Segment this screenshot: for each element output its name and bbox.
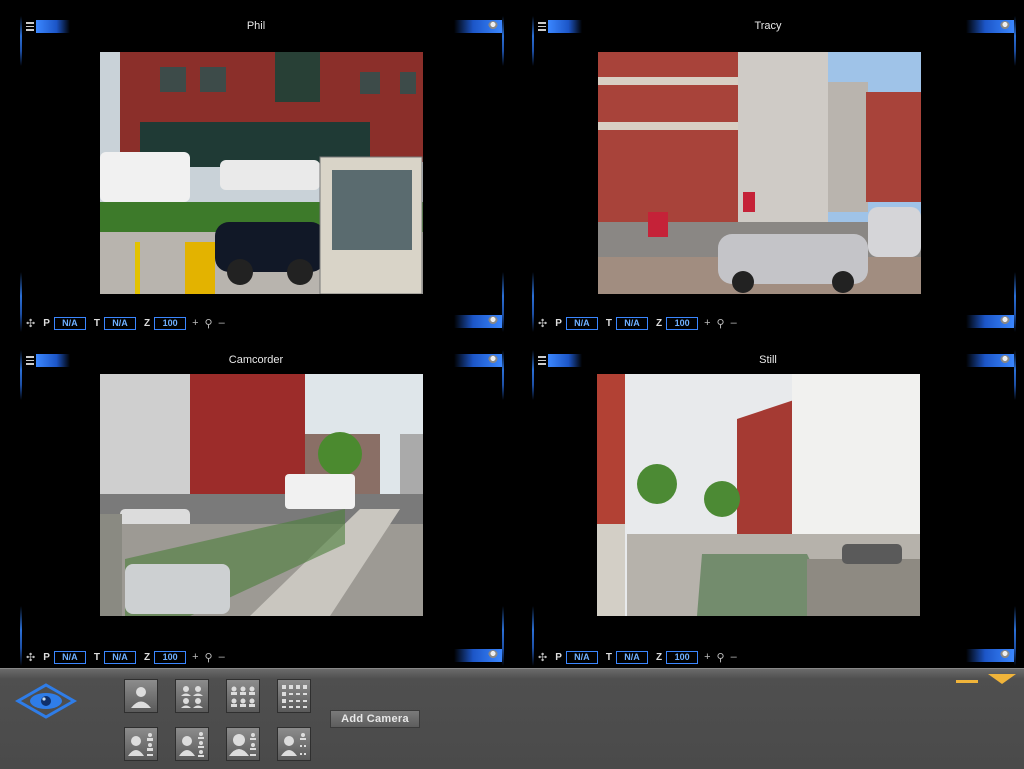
- layout-grid-view-button[interactable]: [277, 679, 311, 713]
- pan-field[interactable]: N/A: [565, 316, 598, 330]
- camera-title: Phil: [246, 20, 266, 32]
- tilt-field[interactable]: N/A: [104, 316, 136, 330]
- frame-edge: [20, 606, 22, 666]
- zoom-out-button[interactable]: –: [731, 317, 737, 329]
- zoom-out-button[interactable]: –: [219, 317, 225, 329]
- ptz-controls: ✣ P N/A T N/A Z 100 + ⚲ –: [538, 650, 737, 664]
- frame-edge: [1014, 606, 1016, 666]
- camera-panel-tracy: Tracy ✣ P N/A T N/A Z 100 + ⚲ –: [512, 0, 1024, 334]
- camera-grid: Phil ✣ P N/A T N/A Z 100 + ⚲ – Tracy ✣ P…: [0, 0, 1024, 668]
- zoom-in-button[interactable]: +: [192, 651, 198, 663]
- layout-one-plus-seven-button[interactable]: [226, 727, 260, 761]
- magnifier-icon[interactable]: ⚲: [717, 651, 725, 664]
- layout-custom-button[interactable]: [277, 727, 311, 761]
- ptz-controls: ✣ P N/A T N/A Z 100 + ⚲ –: [26, 650, 225, 664]
- user-icon: [1000, 650, 1010, 660]
- camera-feed[interactable]: [597, 374, 920, 616]
- move-icon[interactable]: ✣: [538, 651, 547, 664]
- camera-title: Tracy: [754, 20, 782, 32]
- zoom-in-button[interactable]: +: [704, 651, 710, 663]
- magnifier-icon[interactable]: ⚲: [717, 317, 725, 330]
- camera-panel-still: Still ✣ P N/A T N/A Z 100 + ⚲ –: [512, 334, 1024, 668]
- frame-edge: [1014, 272, 1016, 332]
- frame-edge: [20, 272, 22, 332]
- ptz-controls: ✣ P N/A T N/A Z 100 + ⚲ –: [538, 316, 737, 330]
- tilt-field[interactable]: N/A: [616, 316, 648, 330]
- zoom-in-button[interactable]: +: [704, 317, 710, 329]
- zoom-in-button[interactable]: +: [192, 317, 198, 329]
- user-icon: [1000, 316, 1010, 326]
- user-tab[interactable]: [454, 315, 502, 328]
- minimize-icon[interactable]: [956, 680, 978, 683]
- user-icon: [488, 316, 498, 326]
- camera-title: Still: [759, 354, 777, 366]
- bottom-toolbar: Add Camera: [0, 668, 1024, 769]
- magnifier-icon[interactable]: ⚲: [205, 651, 213, 664]
- user-icon: [488, 650, 498, 660]
- ptz-controls: ✣ P N/A T N/A Z 100 + ⚲ –: [26, 316, 225, 330]
- eye-logo-icon[interactable]: [14, 681, 78, 721]
- layout-one-plus-five-button[interactable]: [175, 727, 209, 761]
- frame-edge: [532, 606, 534, 666]
- user-tab[interactable]: [966, 315, 1014, 328]
- camera-feed[interactable]: [100, 52, 423, 294]
- zoom-field[interactable]: 100: [666, 316, 699, 330]
- magnifier-icon[interactable]: ⚲: [205, 317, 213, 330]
- dropdown-arrow-icon[interactable]: [988, 674, 1016, 684]
- tilt-field[interactable]: N/A: [616, 650, 648, 664]
- pan-field[interactable]: N/A: [53, 316, 86, 330]
- layout-single-view-button[interactable]: [124, 679, 158, 713]
- pan-field[interactable]: N/A: [565, 650, 598, 664]
- camera-panel-phil: Phil ✣ P N/A T N/A Z 100 + ⚲ –: [0, 0, 512, 334]
- tilt-field[interactable]: N/A: [104, 650, 136, 664]
- zoom-out-button[interactable]: –: [731, 651, 737, 663]
- zoom-out-button[interactable]: –: [219, 651, 225, 663]
- pan-field[interactable]: N/A: [53, 650, 86, 664]
- frame-edge: [502, 272, 504, 332]
- camera-panel-camcorder: Camcorder ✣ P N/A T N/A Z 100 + ⚲ –: [0, 334, 512, 668]
- user-tab[interactable]: [966, 649, 1014, 662]
- camera-feed[interactable]: [598, 52, 921, 294]
- move-icon[interactable]: ✣: [26, 317, 35, 330]
- frame-edge: [532, 272, 534, 332]
- layout-one-plus-three-button[interactable]: [124, 727, 158, 761]
- move-icon[interactable]: ✣: [26, 651, 35, 664]
- zoom-field[interactable]: 100: [154, 650, 187, 664]
- camera-feed[interactable]: [100, 374, 423, 616]
- add-camera-button[interactable]: Add Camera: [330, 710, 420, 728]
- layout-quad-view-button[interactable]: [175, 679, 209, 713]
- move-icon[interactable]: ✣: [538, 317, 547, 330]
- frame-edge: [502, 606, 504, 666]
- camera-title: Camcorder: [228, 354, 284, 366]
- zoom-field[interactable]: 100: [154, 316, 187, 330]
- layout-six-view-button[interactable]: [226, 679, 260, 713]
- user-tab[interactable]: [454, 649, 502, 662]
- zoom-field[interactable]: 100: [666, 650, 699, 664]
